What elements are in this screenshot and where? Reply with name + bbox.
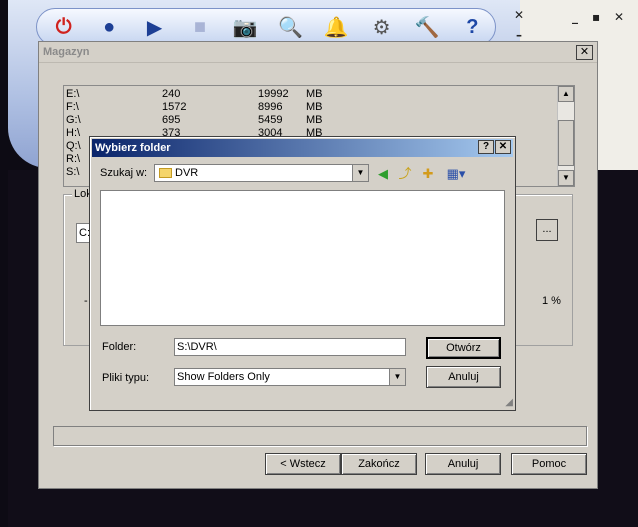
play-icon[interactable]: ▶ bbox=[132, 11, 177, 43]
stop-icon[interactable]: ■ bbox=[177, 11, 222, 43]
help-icon[interactable]: ? bbox=[450, 11, 495, 43]
back-button[interactable]: < Wstecz bbox=[265, 453, 341, 475]
drive-letter: G:\ bbox=[66, 114, 81, 126]
filetype-select[interactable]: Show Folders Only ▼ bbox=[174, 368, 406, 386]
hammer-icon[interactable]: 🔨 bbox=[404, 11, 449, 43]
record-icon[interactable]: ● bbox=[86, 11, 131, 43]
new-folder-icon[interactable]: ✚ bbox=[420, 166, 436, 182]
dialog-close-button[interactable]: ✕ bbox=[495, 140, 511, 154]
chevron-down-icon[interactable]: ▼ bbox=[389, 369, 405, 385]
drive-value-b: 19992 bbox=[258, 88, 289, 100]
finish-button[interactable]: Zakończ bbox=[341, 453, 417, 475]
drive-letter: F:\ bbox=[66, 101, 79, 113]
open-button[interactable]: Otwórz bbox=[426, 337, 501, 359]
drive-unit: MB bbox=[306, 88, 323, 100]
drive-letter: R:\ bbox=[66, 153, 81, 165]
folder-label: Folder: bbox=[102, 341, 137, 353]
scroll-thumb[interactable] bbox=[558, 120, 574, 166]
dialog-help-button[interactable]: ? bbox=[478, 140, 494, 154]
window-close-icon[interactable]: ✕ bbox=[614, 10, 624, 24]
folder-dialog: Wybierz folder ? ✕ Szukaj w: DVR ▼ ◀ ⤴ ✚… bbox=[89, 136, 516, 411]
lookin-value: DVR bbox=[175, 167, 199, 179]
lookin-label: Szukaj w: bbox=[100, 167, 148, 179]
window-maximize-icon[interactable]: ▪ bbox=[592, 10, 600, 24]
scroll-up-icon[interactable]: ▲ bbox=[558, 86, 574, 102]
progress-dash: - bbox=[84, 295, 88, 307]
drive-value-b: 8996 bbox=[258, 101, 283, 113]
camera-icon[interactable]: 📷 bbox=[223, 11, 268, 43]
folder-icon bbox=[159, 168, 172, 178]
bell-icon[interactable]: 🔔 bbox=[313, 11, 358, 43]
drive-letter: E:\ bbox=[66, 88, 80, 100]
up-folder-icon[interactable]: ⤴ bbox=[397, 166, 413, 182]
search-icon[interactable]: 🔍 bbox=[268, 11, 313, 43]
folder-path-input[interactable]: S:\DVR\ bbox=[174, 338, 406, 356]
resize-grip-icon[interactable]: ◢ bbox=[505, 397, 513, 408]
view-menu-icon[interactable]: ▦▾ bbox=[443, 166, 469, 182]
magazyn-close-button[interactable]: ✕ bbox=[576, 45, 593, 60]
filetype-label: Pliki typu: bbox=[102, 372, 150, 384]
dialog-cancel-button[interactable]: Anuluj bbox=[426, 366, 501, 388]
scroll-down-icon[interactable]: ▼ bbox=[558, 170, 574, 186]
app-minimize-icon[interactable]: – bbox=[516, 28, 522, 42]
browse-button[interactable]: ... bbox=[536, 219, 558, 241]
drive-value-b: 5459 bbox=[258, 114, 283, 126]
drive-letter: Q:\ bbox=[66, 140, 81, 152]
magazyn-title: Magazyn bbox=[39, 42, 597, 63]
back-icon[interactable]: ◀ bbox=[375, 166, 391, 182]
app-close-icon[interactable]: ✕ bbox=[514, 8, 524, 22]
drive-letter: H:\ bbox=[66, 127, 81, 139]
window-minimize-icon[interactable]: _ bbox=[572, 10, 578, 24]
chevron-down-icon[interactable]: ▼ bbox=[352, 165, 368, 181]
help-button[interactable]: Pomoc bbox=[511, 453, 587, 475]
power-icon[interactable]: ⏻ bbox=[41, 11, 86, 43]
folder-dialog-title: Wybierz folder bbox=[92, 139, 513, 157]
lookin-dropdown[interactable]: DVR ▼ bbox=[154, 164, 369, 182]
drive-unit: MB bbox=[306, 101, 323, 113]
drive-list-scrollbar[interactable]: ▲ ▼ bbox=[557, 86, 574, 186]
drive-value-a: 1572 bbox=[162, 101, 187, 113]
percent-label: 1 % bbox=[542, 295, 561, 307]
filetype-value: Show Folders Only bbox=[177, 371, 270, 383]
cancel-button[interactable]: Anuluj bbox=[425, 453, 501, 475]
drive-unit: MB bbox=[306, 114, 323, 126]
drive-letter: S:\ bbox=[66, 166, 80, 178]
folder-list[interactable] bbox=[100, 190, 505, 326]
settings-icon[interactable]: ⚙ bbox=[359, 11, 404, 43]
progress-bar bbox=[53, 426, 587, 446]
drive-value-a: 240 bbox=[162, 88, 181, 100]
drive-value-a: 695 bbox=[162, 114, 181, 126]
